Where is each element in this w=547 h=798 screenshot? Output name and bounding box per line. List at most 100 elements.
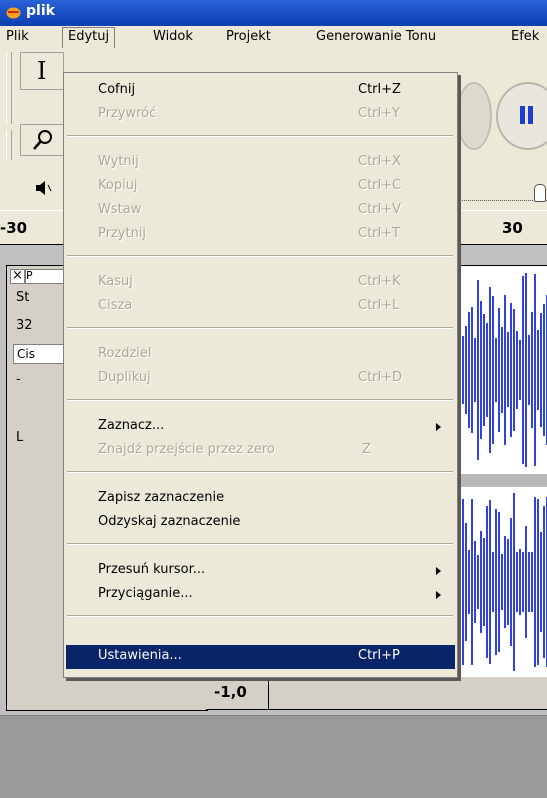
menu-item-label: Duplikuj <box>98 370 151 385</box>
track-footer: -1,0 <box>206 677 547 710</box>
waveform-sample <box>540 313 542 427</box>
ruler-label: -30 <box>0 219 28 237</box>
waveform-sample <box>498 511 500 653</box>
gain-slider[interactable]: - <box>16 372 21 387</box>
menu-separator <box>67 471 453 473</box>
empty-workspace <box>0 716 547 798</box>
ibeam-tool-icon: I <box>37 57 47 85</box>
waveform-sample <box>477 280 479 460</box>
track-close-button[interactable]: × <box>10 269 25 284</box>
waveform-sample <box>522 552 524 612</box>
menu-item-przyciaganie[interactable]: Przyciąganie... <box>66 583 455 607</box>
waveform-sample <box>516 552 518 612</box>
menu-item-shortcut: Ctrl+D <box>358 370 403 385</box>
menu-item-label: Przywróć <box>98 106 157 121</box>
menu-item-shortcut: Ctrl+L <box>358 298 400 313</box>
waveform-sample <box>504 536 506 628</box>
selection-tool-button[interactable]: I <box>20 52 64 90</box>
menu-item-cisza[interactable]: Cisza Ctrl+L <box>66 295 455 319</box>
waveform-sample <box>492 296 494 444</box>
volume-slider-thumb[interactable] <box>534 184 546 202</box>
menu-item-przytnij[interactable]: Przytnij Ctrl+T <box>66 223 455 247</box>
track-mute-button[interactable]: Cis <box>13 344 68 364</box>
track-name-menu[interactable]: P <box>25 269 67 284</box>
menu-item-shortcut: Ctrl+C <box>358 178 402 193</box>
menu-item-kopiuj[interactable]: Kopiuj Ctrl+C <box>66 175 455 199</box>
toolbar-grip[interactable] <box>6 130 12 160</box>
waveform-sample <box>516 331 518 409</box>
menu-item-label: Zaznacz... <box>98 418 165 433</box>
waveform-sample <box>537 330 539 410</box>
menu-item-label: Kasuj <box>98 274 133 289</box>
waveform-sample <box>480 301 482 439</box>
edit-menu-dropdown: Cofnij Ctrl+Z Przywróć Ctrl+Y Wytnij Ctrl+X… <box>63 72 458 678</box>
menu-separator <box>67 399 453 401</box>
menu-generowanie-tonu[interactable]: Generowanie Tonu <box>316 29 436 44</box>
title-bar: plik <box>0 0 547 26</box>
menu-item-odzyskaj-zaznaczenie[interactable]: Odzyskaj zaznaczenie <box>66 511 455 535</box>
menu-widok[interactable]: Widok <box>153 29 193 44</box>
audacity-app-icon <box>6 7 21 19</box>
waveform-sample <box>468 550 470 614</box>
pause-button[interactable] <box>496 82 547 150</box>
track-info-channels: St <box>16 290 30 305</box>
menu-item-label: Kopiuj <box>98 178 138 193</box>
menu-item-shortcut: Ctrl+Y <box>358 106 400 121</box>
menu-item-shortcut: Ctrl+T <box>358 226 400 241</box>
menu-separator <box>67 135 453 137</box>
menu-item-wstaw[interactable]: Wstaw Ctrl+V <box>66 199 455 223</box>
waveform-sample <box>462 335 464 405</box>
waveform-sample <box>528 335 530 405</box>
waveform-sample <box>486 505 488 658</box>
menu-item-label: Rozdziel <box>98 346 152 361</box>
zoom-tool-button[interactable] <box>20 124 64 156</box>
waveform-sample <box>483 314 485 426</box>
speaker-icon <box>36 181 52 195</box>
menu-item-ustawienia[interactable]: Ustawienia... Ctrl+P <box>66 645 455 669</box>
transport-button[interactable] <box>456 82 492 150</box>
menu-item-przywroc[interactable]: Przywróć Ctrl+Y <box>66 103 455 127</box>
waveform-sample <box>537 499 539 665</box>
waveform-sample <box>495 338 497 402</box>
menu-item-znajdz-przejscie[interactable]: Znajdź przejście przez zero Z <box>66 439 455 463</box>
menu-item-label: Przyciąganie... <box>98 586 193 601</box>
window-title: plik <box>26 3 55 19</box>
track-info-rate: 32 <box>16 318 33 333</box>
waveform-sample <box>513 493 515 671</box>
waveform-sample <box>465 326 467 414</box>
zoom-tool-icon <box>33 130 52 150</box>
menu-item-wytnij[interactable]: Wytnij Ctrl+X <box>66 151 455 175</box>
menu-item-shortcut: Z <box>362 442 371 457</box>
waveform-sample <box>519 340 521 400</box>
menu-item-przesun-kursor[interactable]: Przesuń kursor... <box>66 559 455 583</box>
submenu-arrow-icon <box>436 423 441 431</box>
pan-slider[interactable]: L <box>16 430 23 445</box>
waveform-sample <box>459 519 461 645</box>
waveform-sample <box>507 332 509 408</box>
menu-item-kasuj[interactable]: Kasuj Ctrl+K <box>66 271 455 295</box>
menu-bar: Plik Edytuj Widok Projekt Generowanie To… <box>0 26 547 50</box>
toolbar-grip[interactable] <box>6 52 12 124</box>
waveform-sample <box>534 497 536 667</box>
menu-item-zapisz-zaznaczenie[interactable]: Zapisz zaznaczenie <box>66 487 455 511</box>
menu-item-cofnij[interactable]: Cofnij Ctrl+Z <box>66 79 455 103</box>
menu-edytuj[interactable]: Edytuj <box>62 27 116 50</box>
waveform-sample <box>525 525 527 639</box>
vertical-ruler-value: -1,0 <box>214 683 247 701</box>
waveform-sample <box>492 551 494 613</box>
menu-item-rozdziel[interactable]: Rozdziel <box>66 343 455 367</box>
menu-plik[interactable]: Plik <box>6 29 29 44</box>
menu-efekty[interactable]: Efek <box>511 29 539 44</box>
waveform-sample <box>540 532 542 632</box>
menu-item-shortcut: Ctrl+P <box>358 648 400 663</box>
ruler-label: 30 <box>502 219 523 237</box>
menu-item-label: Odzyskaj zaznaczenie <box>98 514 241 529</box>
waveform-sample <box>519 548 521 616</box>
menu-item-duplikuj[interactable]: Duplikuj Ctrl+D <box>66 367 455 391</box>
waveform-sample <box>486 323 488 417</box>
menu-item-zaznacz[interactable]: Zaznacz... <box>66 415 455 439</box>
submenu-arrow-icon <box>436 567 441 575</box>
menu-projekt[interactable]: Projekt <box>226 29 271 44</box>
waveform-sample <box>501 554 503 610</box>
menu-item-shortcut: Ctrl+K <box>358 274 401 289</box>
